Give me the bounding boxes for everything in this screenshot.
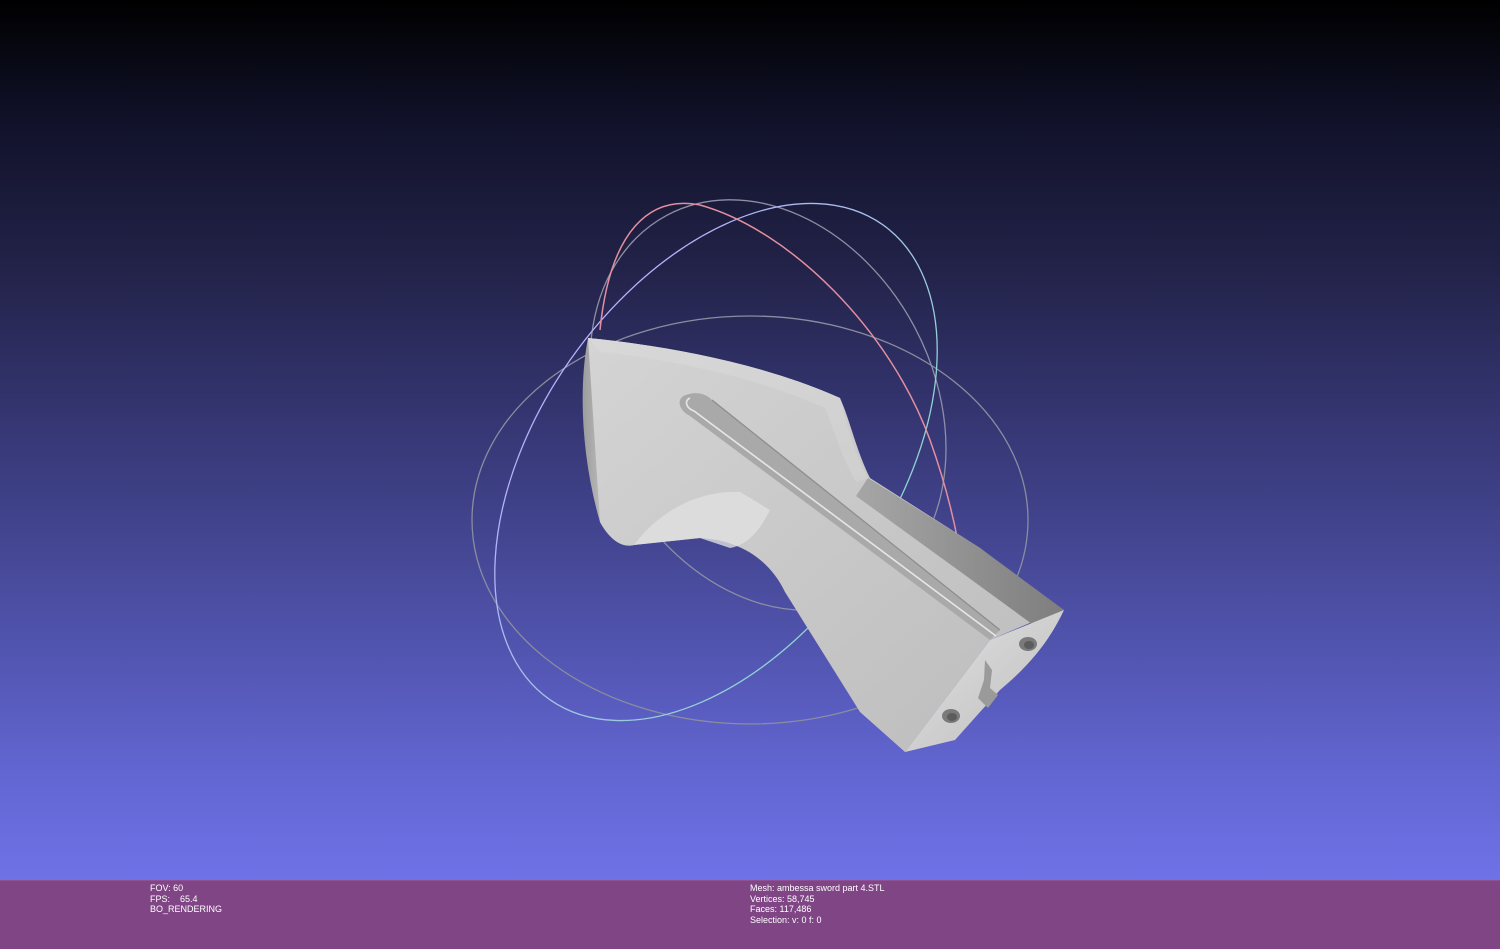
faces-readout: Faces: 117,486 [750, 904, 812, 914]
mesh-info: Mesh: ambessa sword part 4.STL Vertices:… [750, 883, 885, 925]
scene-canvas[interactable] [0, 0, 1500, 880]
fps-readout: FPS: 65.4 [150, 893, 198, 904]
mesh-model[interactable] [582, 338, 1064, 752]
status-bar: FOV: 60 FPS: 65.4 BO_RENDERING Mesh: amb… [0, 880, 1500, 949]
render-info: FOV: 60 FPS: 65.4 BO_RENDERING [150, 883, 222, 915]
mesh-name-readout: Mesh: ambessa sword part 4.STL [750, 883, 885, 893]
3d-viewport[interactable] [0, 0, 1500, 880]
model-hole-upper-inner [1024, 641, 1034, 649]
vertices-readout: Vertices: 58,745 [750, 893, 815, 904]
model-hole-lower-inner [947, 713, 957, 721]
fov-readout: FOV: 60 [150, 883, 184, 893]
selection-readout: Selection: v: 0 f: 0 [750, 914, 822, 925]
render-mode-readout: BO_RENDERING [150, 904, 223, 914]
